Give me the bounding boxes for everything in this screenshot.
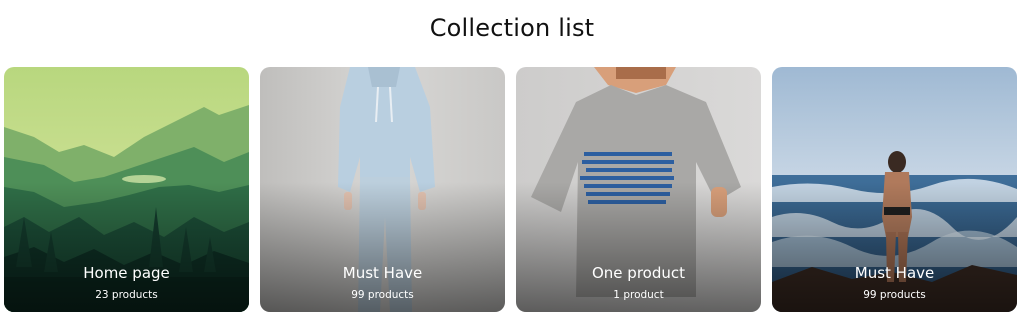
section-title: Collection list bbox=[429, 14, 595, 42]
collection-grid: Home page 23 products Must Have 99 produ… bbox=[4, 67, 1018, 312]
collection-product-count: 23 products bbox=[95, 289, 158, 301]
collection-card-home-page[interactable]: Home page 23 products bbox=[4, 67, 249, 312]
collection-title: Must Have bbox=[342, 264, 423, 282]
collection-product-count: 99 products bbox=[863, 289, 926, 301]
collection-title: Home page bbox=[83, 264, 170, 282]
collection-title: One product bbox=[591, 264, 685, 282]
collection-card-must-have-2[interactable]: Must Have 99 products bbox=[772, 67, 1017, 312]
collection-product-count: 99 products bbox=[351, 289, 414, 301]
collection-card-must-have[interactable]: Must Have 99 products bbox=[260, 67, 505, 312]
collection-card-one-product[interactable]: One product 1 product bbox=[516, 67, 761, 312]
collection-title: Must Have bbox=[854, 264, 935, 282]
collection-product-count: 1 product bbox=[613, 289, 664, 301]
